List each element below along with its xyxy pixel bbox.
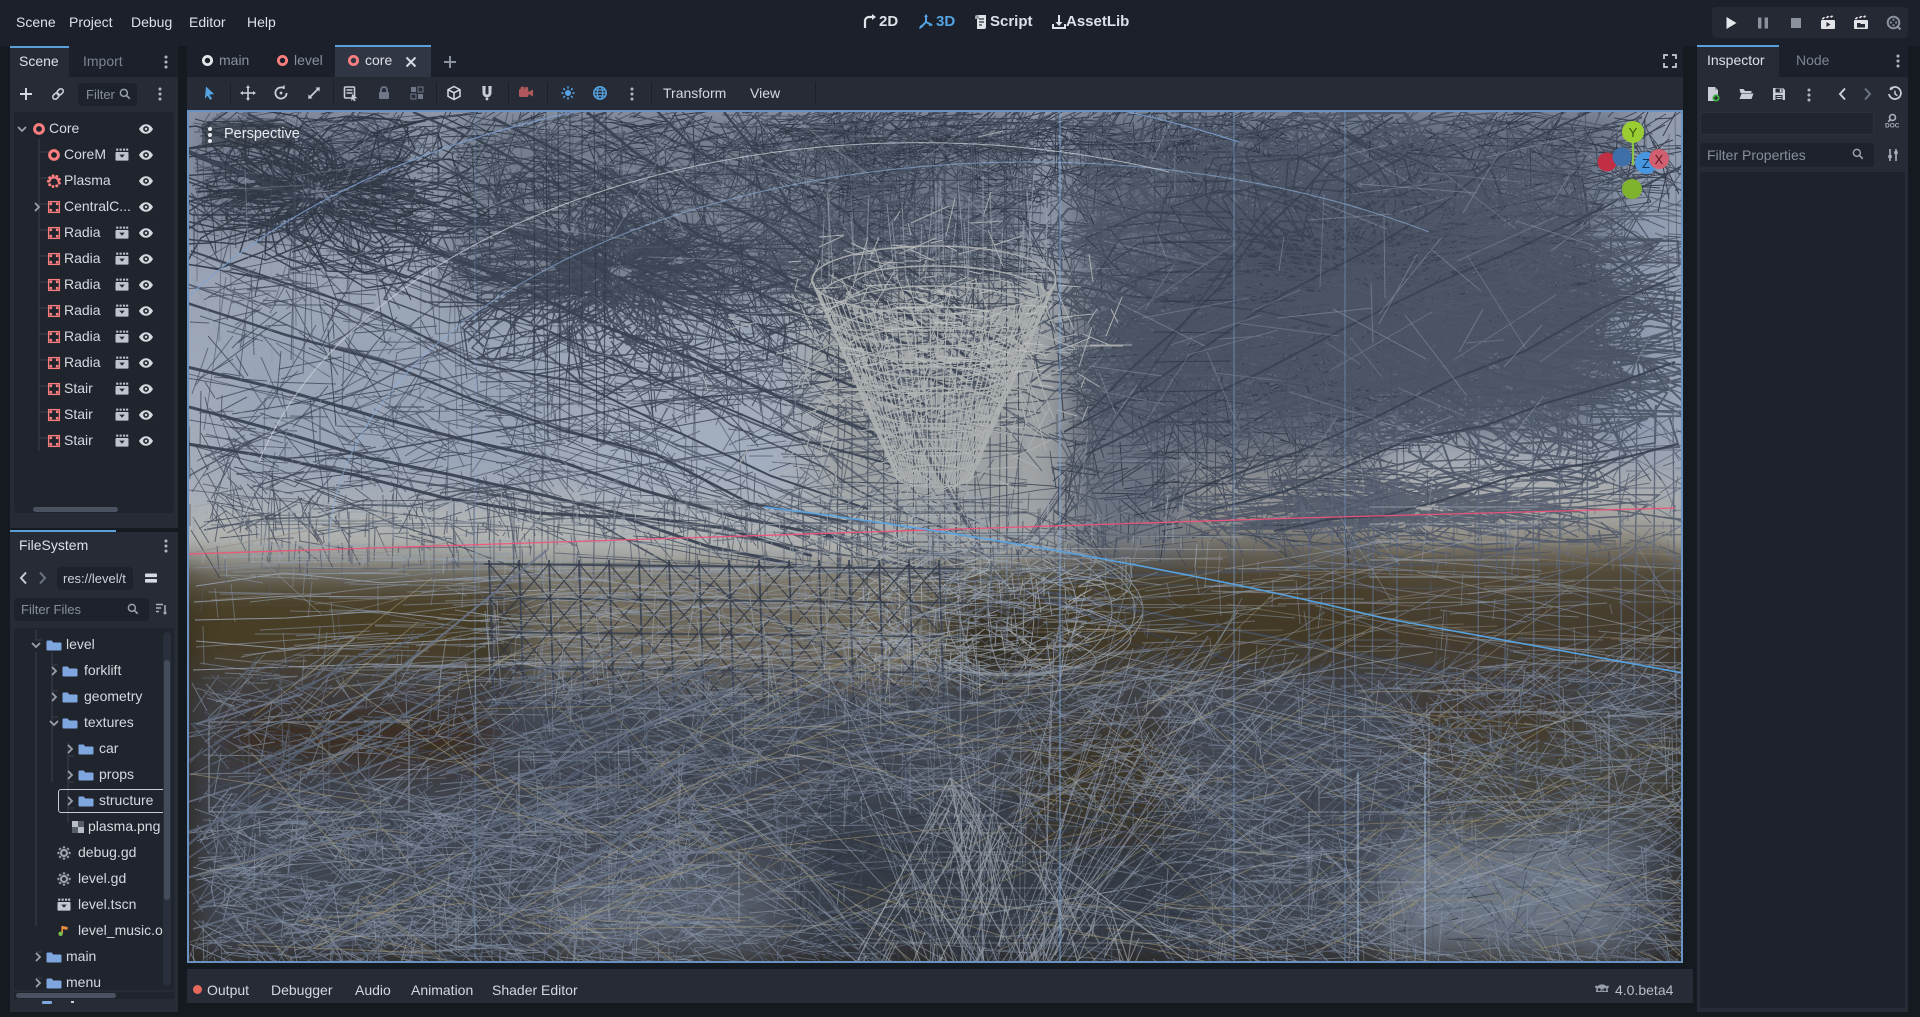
svg-text:DOC: DOC	[1885, 123, 1900, 130]
svg-text:X: X	[1655, 152, 1664, 167]
svg-text:Z: Z	[1642, 156, 1650, 171]
svg-text:Y: Y	[1629, 125, 1638, 140]
